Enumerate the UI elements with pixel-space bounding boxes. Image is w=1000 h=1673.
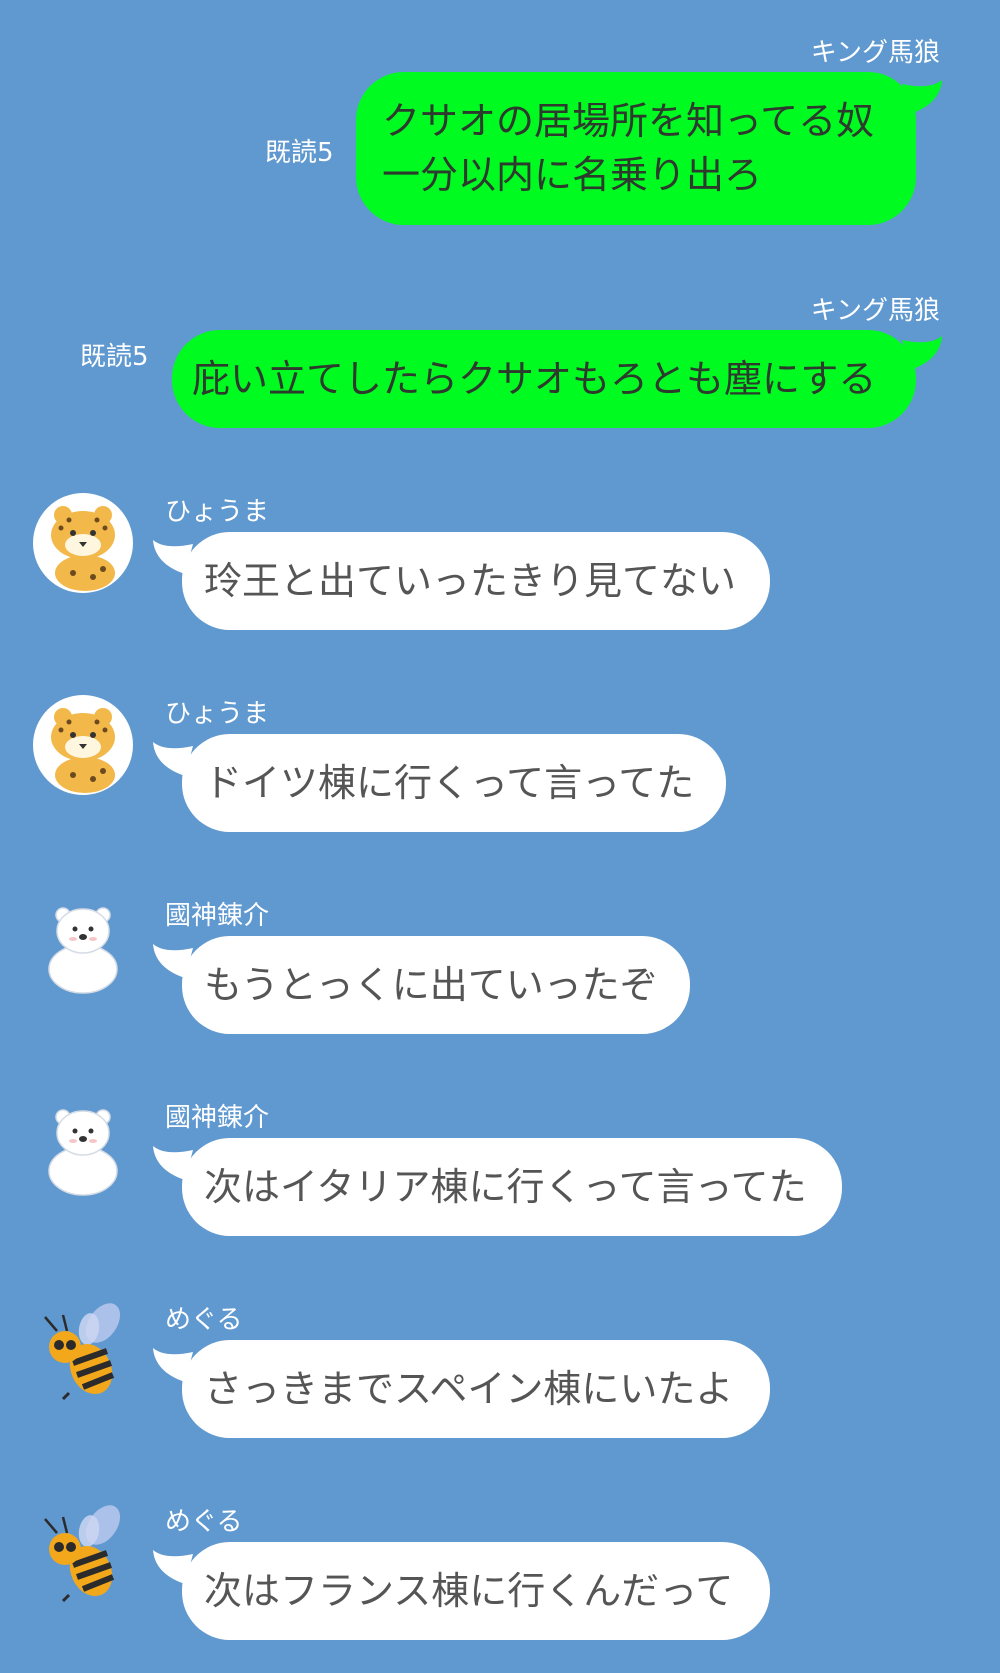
incoming-message: ひょうま ドイツ棟に行くって言ってた	[0, 692, 1000, 842]
sender-name: めぐる	[165, 1305, 243, 1335]
message-bubble[interactable]: 次はフランス棟に行くんだって	[182, 1542, 770, 1640]
polar-bear-icon[interactable]	[33, 897, 133, 997]
message-bubble[interactable]: さっきまでスペイン棟にいたよ	[182, 1340, 770, 1438]
sender-name: キング馬狼	[810, 38, 940, 68]
message-bubble[interactable]: ドイツ棟に行くって言ってた	[182, 734, 726, 832]
message-bubble[interactable]: 次はイタリア棟に行くって言ってた	[182, 1138, 842, 1236]
bee-icon[interactable]	[33, 1503, 133, 1603]
outgoing-message: キング馬狼 既読5 クサオの居場所を知ってる奴 一分以内に名乗り出ろ	[0, 0, 1000, 240]
sender-name: めぐる	[165, 1507, 243, 1537]
read-receipt: 既読5	[80, 342, 149, 372]
leopard-icon[interactable]	[33, 695, 133, 795]
sender-name: ひょうま	[165, 497, 270, 527]
polar-bear-icon[interactable]	[33, 1099, 133, 1199]
bubble-tail	[902, 336, 942, 370]
sender-name: キング馬狼	[810, 296, 940, 326]
incoming-message: ひょうま 玲王と出ていったきり見てない	[0, 490, 1000, 640]
message-bubble[interactable]: クサオの居場所を知ってる奴 一分以内に名乗り出ろ	[356, 72, 916, 225]
message-bubble[interactable]: もうとっくに出ていったぞ	[182, 936, 690, 1034]
leopard-icon[interactable]	[33, 493, 133, 593]
incoming-message: 國神錬介 次はイタリア棟に行くって言ってた	[0, 1096, 1000, 1246]
incoming-message: 國神錬介 もうとっくに出ていったぞ	[0, 894, 1000, 1044]
sender-name: 國神錬介	[165, 1103, 270, 1133]
outgoing-message: キング馬狼 既読5 庇い立てしたらクサオもろとも塵にする	[0, 290, 1000, 440]
message-bubble[interactable]: 庇い立てしたらクサオもろとも塵にする	[172, 330, 916, 428]
sender-name: ひょうま	[165, 699, 270, 729]
bubble-tail	[902, 80, 942, 114]
bee-icon[interactable]	[33, 1301, 133, 1401]
sender-name: 國神錬介	[165, 901, 270, 931]
read-receipt: 既読5	[265, 138, 334, 168]
message-bubble[interactable]: 玲王と出ていったきり見てない	[182, 532, 770, 630]
incoming-message: めぐる 次はフランス棟に行くんだって	[0, 1500, 1000, 1650]
incoming-message: めぐる さっきまでスペイン棟にいたよ	[0, 1298, 1000, 1448]
